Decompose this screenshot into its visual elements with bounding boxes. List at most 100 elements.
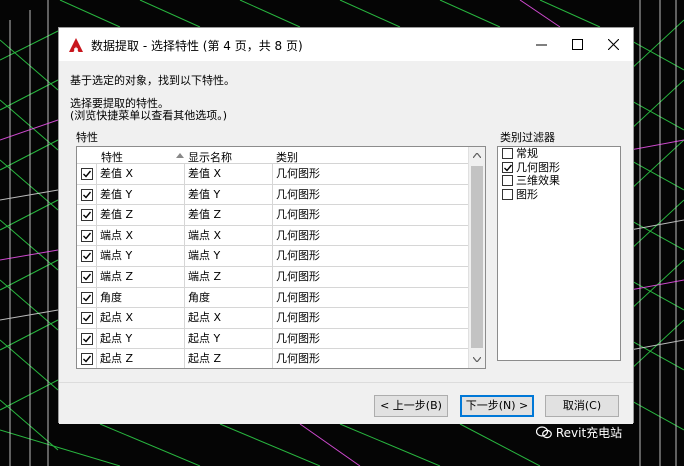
property-cell: 差值 Z: [97, 205, 185, 225]
checkmark-icon: [83, 355, 92, 363]
display-name-cell[interactable]: 差值 X: [185, 164, 273, 184]
checkmark-icon: [83, 170, 92, 178]
close-icon: [608, 39, 619, 50]
wechat-icon: [535, 426, 552, 439]
row-checkbox[interactable]: [81, 188, 93, 201]
table-row[interactable]: 差值 Z 差值 Z 几何图形: [77, 205, 469, 226]
category-filter-list: 常规 几何图形 三维效果 图形: [497, 146, 621, 361]
scroll-thumb[interactable]: [471, 166, 483, 348]
table-row[interactable]: 端点 Z 端点 Z 几何图形: [77, 266, 469, 288]
filter-item[interactable]: 图形: [498, 188, 620, 202]
cancel-button[interactable]: 取消(C): [545, 395, 619, 417]
checkmark-icon: [83, 232, 92, 240]
row-checkbox[interactable]: [81, 209, 93, 222]
category-cell: 几何图形: [276, 269, 320, 283]
checkbox-cell: [77, 164, 97, 184]
checkbox-cell: [77, 287, 97, 308]
filter-item[interactable]: 几何图形: [498, 161, 620, 175]
table-row[interactable]: 端点 X 端点 X 几何图形: [77, 225, 469, 247]
display-name-cell[interactable]: 端点 Y: [185, 246, 273, 266]
property-cell: 起点 Y: [97, 328, 185, 349]
table-row[interactable]: 起点 X 起点 X 几何图形: [77, 308, 469, 329]
display-name-cell[interactable]: 起点 Y: [185, 328, 273, 349]
intro-text: 基于选定的对象，找到以下特性。: [70, 74, 235, 87]
property-cell: 端点 Y: [97, 246, 185, 266]
chevron-up-icon: [473, 153, 481, 158]
filter-item-label: 三维效果: [516, 174, 560, 187]
table-row[interactable]: 差值 Y 差值 Y 几何图形: [77, 184, 469, 206]
row-checkbox[interactable]: [81, 353, 93, 366]
column-header-property[interactable]: 特性: [101, 149, 123, 165]
filter-checkbox[interactable]: [502, 188, 513, 200]
row-checkbox[interactable]: [81, 312, 93, 325]
next-button[interactable]: 下一步(N) >: [460, 395, 534, 417]
property-cell: 起点 Z: [97, 349, 185, 368]
row-checkbox[interactable]: [81, 229, 93, 242]
row-checkbox[interactable]: [81, 168, 93, 180]
category-filter-label: 类别过滤器: [500, 131, 555, 144]
display-name-cell[interactable]: 角度: [185, 287, 273, 308]
checkmark-icon: [83, 294, 92, 302]
back-button[interactable]: < 上一步(B): [374, 395, 448, 417]
checkbox-cell: [77, 225, 97, 246]
table-row[interactable]: 角度 角度 几何图形: [77, 287, 469, 309]
instruction-hint: (浏览快捷菜单以查看其他选项。): [70, 109, 228, 122]
display-name-cell[interactable]: 差值 Z: [185, 205, 273, 225]
filter-item-label: 几何图形: [516, 160, 560, 174]
filter-item-label: 图形: [516, 187, 538, 201]
sort-ascending-icon: [176, 153, 184, 158]
display-name-cell[interactable]: 差值 Y: [185, 184, 273, 205]
maximize-button[interactable]: [560, 32, 596, 58]
category-cell: 几何图形: [276, 331, 320, 345]
row-checkbox[interactable]: [81, 291, 93, 304]
watermark: Revit充电站: [535, 424, 623, 441]
checkbox-cell: [77, 328, 97, 349]
checkmark-icon: [83, 314, 92, 322]
table-row[interactable]: 起点 Z 起点 Z 几何图形: [77, 349, 469, 368]
scroll-up-button[interactable]: [469, 147, 485, 164]
checkmark-icon: [83, 211, 92, 219]
row-checkbox[interactable]: [81, 332, 93, 345]
checkmark-icon: [83, 273, 92, 281]
scroll-down-button[interactable]: [469, 351, 485, 368]
watermark-text: Revit充电站: [555, 426, 623, 440]
property-cell: 差值 Y: [97, 184, 185, 205]
grid-header: 特性 显示名称 类别: [77, 147, 469, 164]
filter-item-label: 常规: [516, 147, 538, 160]
checkbox-cell: [77, 184, 97, 205]
filter-checkbox[interactable]: [502, 161, 513, 173]
column-header-display-name[interactable]: 显示名称: [188, 149, 232, 165]
property-cell: 端点 Z: [97, 266, 185, 287]
display-name-cell[interactable]: 端点 Z: [185, 266, 273, 287]
column-header-category[interactable]: 类别: [276, 149, 298, 165]
checkbox-cell: [77, 205, 97, 225]
dialog-title: 数据提取 - 选择特性 (第 4 页，共 8 页): [91, 39, 303, 53]
filter-checkbox[interactable]: [502, 148, 513, 159]
properties-group-label: 特性: [76, 131, 98, 144]
filter-checkbox[interactable]: [502, 175, 513, 186]
data-extraction-dialog: 数据提取 - 选择特性 (第 4 页，共 8 页) 基于选定的对象，找到以下特性…: [58, 27, 634, 424]
properties-grid: 特性 显示名称 类别 差值 X 差值 X 几何图形 差值 Y 差值 Y 几何图形 差值 Z差…: [76, 146, 486, 369]
category-cell: 几何图形: [276, 208, 320, 222]
vertical-scrollbar[interactable]: [468, 147, 485, 368]
checkbox-cell: [77, 308, 97, 328]
table-row[interactable]: 差值 X 差值 X 几何图形: [77, 164, 469, 185]
display-name-cell[interactable]: 端点 X: [185, 225, 273, 246]
row-checkbox[interactable]: [81, 270, 93, 283]
maximize-icon: [572, 39, 583, 50]
display-name-cell[interactable]: 起点 Z: [185, 349, 273, 368]
property-cell: 起点 X: [97, 308, 185, 328]
category-cell: 几何图形: [276, 167, 320, 180]
property-cell: 差值 X: [97, 164, 185, 184]
minimize-icon: [536, 44, 547, 46]
filter-item[interactable]: 三维效果: [498, 174, 620, 188]
minimize-button[interactable]: [524, 32, 560, 58]
display-name-cell[interactable]: 起点 X: [185, 308, 273, 328]
row-checkbox[interactable]: [81, 250, 93, 263]
table-row[interactable]: 起点 Y 起点 Y 几何图形: [77, 328, 469, 350]
table-row[interactable]: 端点 Y 端点 Y 几何图形: [77, 246, 469, 267]
property-cell: 角度: [97, 287, 185, 308]
filter-item[interactable]: 常规: [498, 147, 620, 161]
category-cell: 几何图形: [276, 352, 320, 366]
close-button[interactable]: [596, 32, 632, 58]
